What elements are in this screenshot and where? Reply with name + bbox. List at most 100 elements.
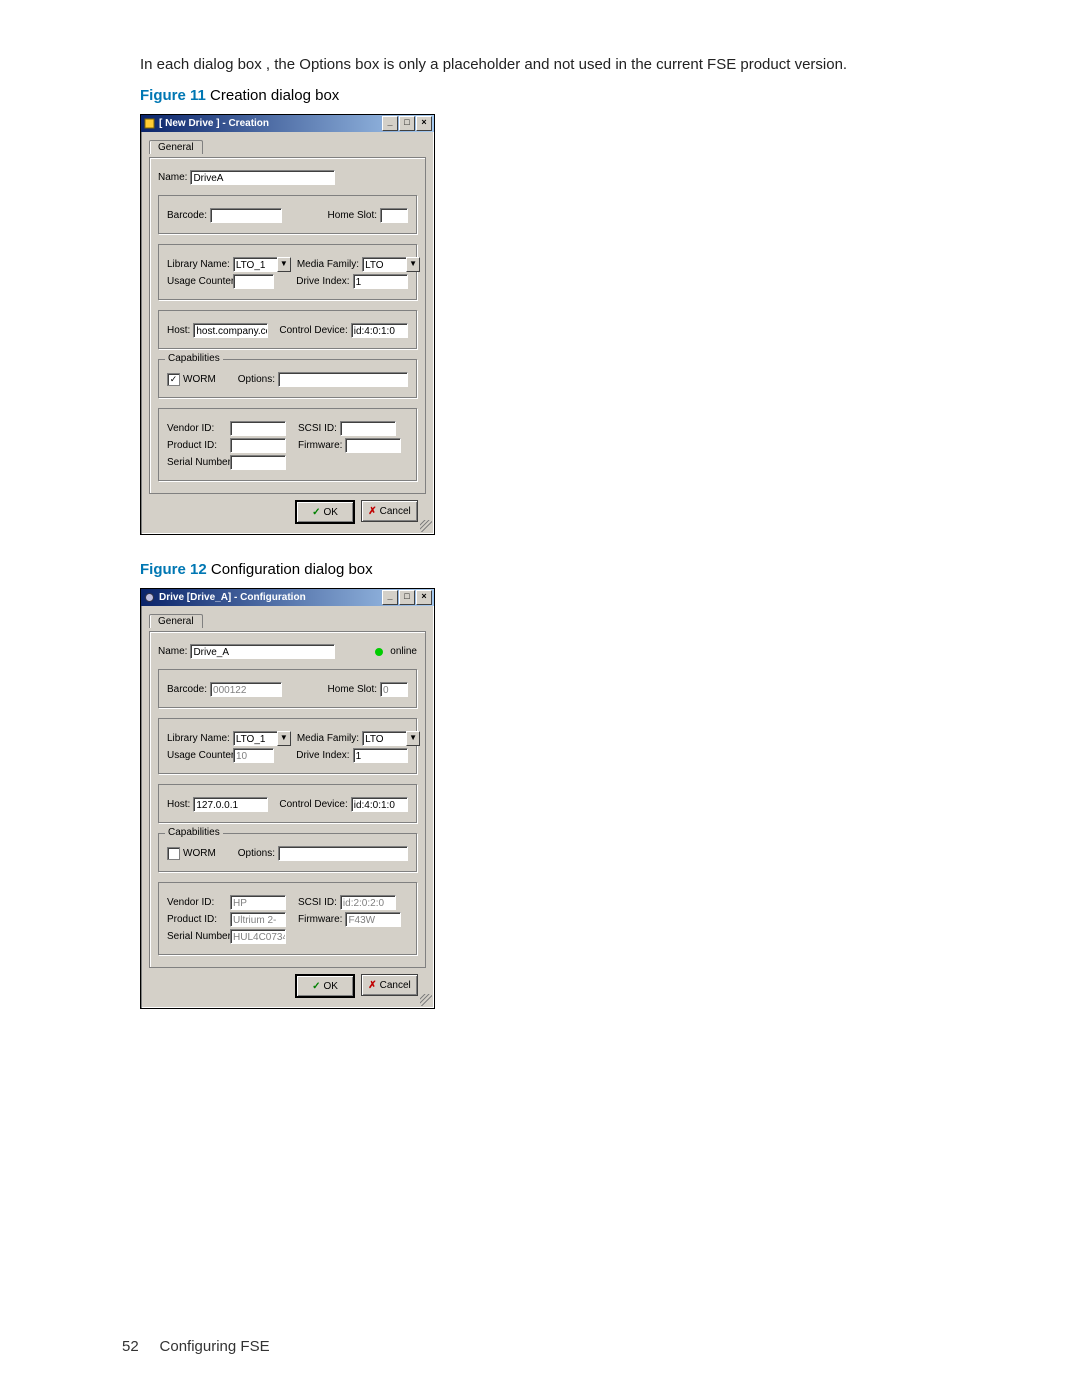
vendor-id-field: HP: [230, 895, 286, 910]
drive-index-field[interactable]: 1: [353, 274, 408, 289]
close-button[interactable]: ×: [416, 116, 432, 131]
worm-label: WORM: [183, 848, 216, 859]
barcode-label: Barcode:: [167, 210, 207, 221]
media-family-label: Media Family:: [297, 733, 359, 744]
close-button[interactable]: ×: [416, 590, 432, 605]
name-field[interactable]: DriveA: [190, 170, 335, 185]
check-icon: ✓: [312, 981, 320, 992]
capabilities-legend: Capabilities: [165, 353, 223, 364]
host-label: Host:: [167, 325, 190, 336]
figure-title-text: Creation dialog box: [210, 87, 339, 104]
home-slot-field: 0: [380, 682, 408, 697]
figure-number: Figure 12: [140, 561, 207, 578]
tab-general[interactable]: General: [149, 140, 203, 154]
serial-number-field[interactable]: [230, 455, 286, 470]
scsi-id-field: id:2:0:2:0: [340, 895, 396, 910]
titlebar[interactable]: Drive [Drive_A] - Configuration _ □ ×: [141, 589, 434, 606]
cross-icon: ✗: [368, 506, 376, 517]
status-dot-icon: [375, 648, 383, 656]
product-id-label: Product ID:: [167, 914, 227, 925]
barcode-field[interactable]: [210, 208, 282, 223]
usage-counter-field[interactable]: [233, 274, 274, 289]
product-id-field[interactable]: [230, 438, 286, 453]
serial-number-field: HUL4C07344: [230, 929, 286, 944]
barcode-group: Barcode: Home Slot:: [158, 195, 417, 234]
scsi-id-field[interactable]: [340, 421, 396, 436]
library-name-label: Library Name:: [167, 733, 230, 744]
drive-index-field[interactable]: 1: [353, 748, 408, 763]
control-device-field[interactable]: id:4:0:1:0: [351, 797, 408, 812]
host-group: Host: host.company.com Control Device: i…: [158, 310, 417, 349]
configuration-dialog: Drive [Drive_A] - Configuration _ □ × Ge…: [140, 588, 435, 1009]
worm-checkbox[interactable]: ✓: [167, 373, 180, 386]
host-label: Host:: [167, 799, 190, 810]
tab-general[interactable]: General: [149, 614, 203, 628]
firmware-label: Firmware:: [298, 440, 342, 451]
figure-11-caption: Figure 11 Creation dialog box: [140, 87, 1040, 104]
minimize-button[interactable]: _: [382, 590, 398, 605]
vendor-id-field[interactable]: [230, 421, 286, 436]
resize-grip[interactable]: [420, 994, 432, 1006]
resize-grip[interactable]: [420, 520, 432, 532]
vendor-id-label: Vendor ID:: [167, 897, 227, 908]
host-field[interactable]: host.company.com: [193, 323, 267, 338]
home-slot-label: Home Slot:: [328, 210, 377, 221]
chevron-down-icon: ▼: [277, 731, 291, 746]
control-device-label: Control Device:: [279, 799, 347, 810]
ok-button[interactable]: ✓OK: [295, 500, 355, 524]
firmware-field[interactable]: [345, 438, 401, 453]
media-family-combo[interactable]: LTO▼: [362, 731, 420, 746]
cancel-button[interactable]: ✗Cancel: [361, 974, 418, 996]
host-field[interactable]: 127.0.0.1: [193, 797, 267, 812]
cancel-button[interactable]: ✗Cancel: [361, 500, 418, 522]
media-family-combo[interactable]: LTO▼: [362, 257, 420, 272]
host-group: Host: 127.0.0.1 Control Device: id:4:0:1…: [158, 784, 417, 823]
product-id-label: Product ID:: [167, 440, 227, 451]
drive-index-label: Drive Index:: [296, 276, 349, 287]
options-field[interactable]: [278, 846, 408, 861]
home-slot-label: Home Slot:: [328, 684, 377, 695]
library-group: Library Name: LTO_1▼ Media Family: LTO▼ …: [158, 244, 417, 300]
scsi-id-label: SCSI ID:: [298, 423, 337, 434]
options-label: Options:: [238, 374, 275, 385]
control-device-label: Control Device:: [279, 325, 347, 336]
cross-icon: ✗: [368, 980, 376, 991]
figure-title-text: Configuration dialog box: [211, 561, 373, 578]
maximize-button[interactable]: □: [399, 590, 415, 605]
name-label: Name:: [158, 646, 187, 657]
worm-checkbox[interactable]: [167, 847, 180, 860]
worm-label: WORM: [183, 374, 216, 385]
app-icon: [143, 591, 156, 604]
status-text: online: [390, 646, 417, 657]
options-label: Options:: [238, 848, 275, 859]
capabilities-group: Capabilities WORM Options:: [158, 833, 417, 872]
chevron-down-icon: ▼: [406, 257, 420, 272]
scsi-id-label: SCSI ID:: [298, 897, 337, 908]
section-title: Configuring FSE: [160, 1338, 270, 1355]
barcode-label: Barcode:: [167, 684, 207, 695]
drive-index-label: Drive Index:: [296, 750, 349, 761]
library-group: Library Name: LTO_1▼ Media Family: LTO▼ …: [158, 718, 417, 774]
name-label: Name:: [158, 172, 187, 183]
capabilities-legend: Capabilities: [165, 827, 223, 838]
capabilities-group: Capabilities ✓ WORM Options:: [158, 359, 417, 398]
library-name-label: Library Name:: [167, 259, 230, 270]
home-slot-field[interactable]: [380, 208, 408, 223]
minimize-button[interactable]: _: [382, 116, 398, 131]
titlebar[interactable]: [ New Drive ] - Creation _ □ ×: [141, 115, 434, 132]
library-name-combo[interactable]: LTO_1▼: [233, 731, 291, 746]
page-number: 52: [122, 1338, 139, 1355]
document-page: In each dialog box , the Options box is …: [0, 0, 1080, 1049]
app-icon: [143, 117, 156, 130]
library-name-combo[interactable]: LTO_1▼: [233, 257, 291, 272]
name-field[interactable]: Drive_A: [190, 644, 335, 659]
vendor-group: Vendor ID: SCSI ID: Product ID: Firmware…: [158, 408, 417, 481]
control-device-field[interactable]: id:4:0:1:0: [351, 323, 408, 338]
product-id-field: Ultrium 2-SCSI: [230, 912, 286, 927]
figure-12-caption: Figure 12 Configuration dialog box: [140, 561, 1040, 578]
ok-button[interactable]: ✓OK: [295, 974, 355, 998]
options-field[interactable]: [278, 372, 408, 387]
firmware-label: Firmware:: [298, 914, 342, 925]
vendor-group: Vendor ID: HP SCSI ID: id:2:0:2:0 Produc…: [158, 882, 417, 955]
maximize-button[interactable]: □: [399, 116, 415, 131]
